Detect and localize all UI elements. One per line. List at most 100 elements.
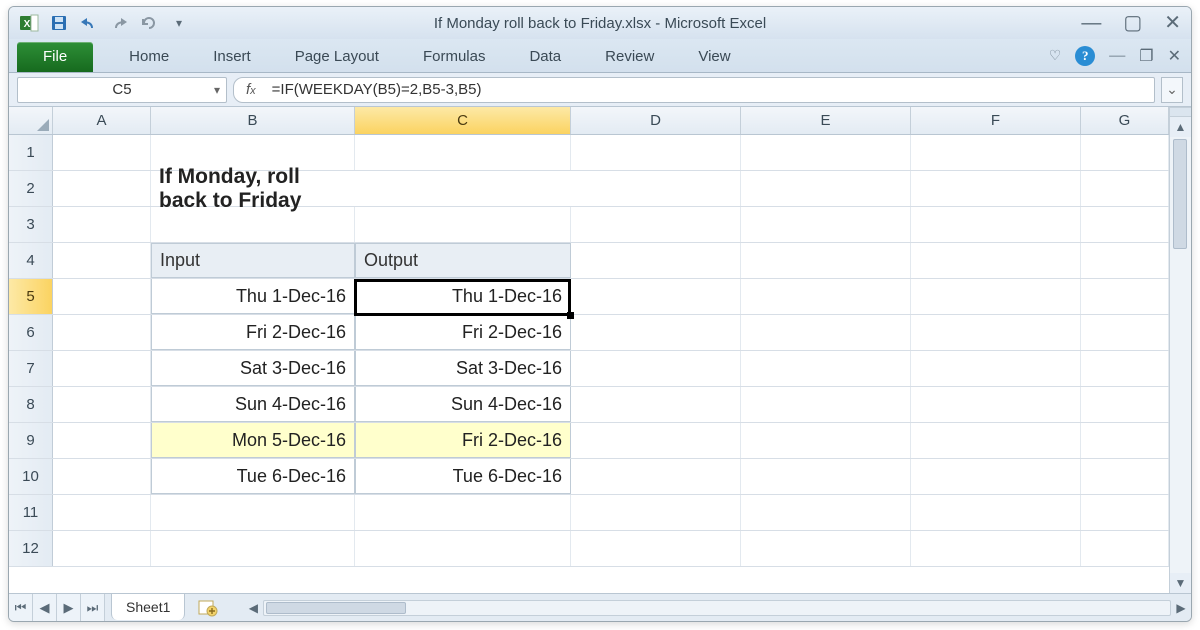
- cell[interactable]: [741, 351, 911, 386]
- table-cell-input[interactable]: Mon 5-Dec-16: [151, 423, 355, 458]
- table-header-input[interactable]: Input: [151, 243, 355, 278]
- workbook-close-icon[interactable]: ✕: [1168, 46, 1181, 66]
- row-header[interactable]: 7: [9, 351, 53, 386]
- fill-handle[interactable]: [567, 312, 574, 319]
- cell[interactable]: [571, 171, 741, 206]
- tab-page-layout[interactable]: Page Layout: [273, 42, 401, 72]
- cell[interactable]: [151, 495, 355, 530]
- sheet-nav-last-icon[interactable]: ⏭: [81, 594, 105, 621]
- title-cell[interactable]: If Monday, roll back to Friday: [151, 171, 355, 206]
- cell[interactable]: [741, 423, 911, 458]
- scroll-left-icon[interactable]: ◀: [243, 601, 263, 615]
- maximize-icon[interactable]: ▢: [1123, 13, 1142, 33]
- hscroll-track[interactable]: [263, 600, 1171, 616]
- cell[interactable]: [1081, 279, 1169, 314]
- cell[interactable]: [911, 531, 1081, 566]
- sheet-nav-first-icon[interactable]: ⏮: [9, 594, 33, 621]
- cell[interactable]: [571, 531, 741, 566]
- qat-customize-icon[interactable]: ▾: [167, 12, 191, 34]
- save-icon[interactable]: [47, 12, 71, 34]
- cell[interactable]: [741, 243, 911, 278]
- table-cell-input[interactable]: Tue 6-Dec-16: [151, 459, 355, 494]
- table-cell-output[interactable]: Tue 6-Dec-16: [355, 459, 571, 494]
- cell[interactable]: [53, 315, 151, 350]
- tab-review[interactable]: Review: [583, 42, 676, 72]
- cell[interactable]: [1081, 423, 1169, 458]
- cell[interactable]: [911, 387, 1081, 422]
- cell[interactable]: [53, 459, 151, 494]
- cell[interactable]: [911, 171, 1081, 206]
- cell[interactable]: [571, 459, 741, 494]
- cell[interactable]: [911, 315, 1081, 350]
- cell[interactable]: [53, 135, 151, 170]
- scroll-down-icon[interactable]: ▼: [1170, 573, 1191, 593]
- table-cell-input[interactable]: Fri 2-Dec-16: [151, 315, 355, 350]
- col-header-C[interactable]: C: [355, 107, 571, 134]
- cell[interactable]: [741, 315, 911, 350]
- cell[interactable]: [911, 351, 1081, 386]
- table-cell-output[interactable]: Fri 2-Dec-16: [355, 315, 571, 350]
- cell[interactable]: [1081, 135, 1169, 170]
- table-header-output[interactable]: Output: [355, 243, 571, 278]
- sheet-nav-prev-icon[interactable]: ◀: [33, 594, 57, 621]
- row-header[interactable]: 2: [9, 171, 53, 206]
- cell[interactable]: [911, 135, 1081, 170]
- row-header[interactable]: 1: [9, 135, 53, 170]
- formula-expand-icon[interactable]: ⌄: [1161, 77, 1183, 103]
- tab-data[interactable]: Data: [507, 42, 583, 72]
- workbook-restore-icon[interactable]: ❐: [1139, 46, 1153, 66]
- cell[interactable]: [1081, 351, 1169, 386]
- redo2-icon[interactable]: [137, 12, 161, 34]
- cell[interactable]: [571, 243, 741, 278]
- cell[interactable]: [741, 459, 911, 494]
- horizontal-scrollbar[interactable]: ◀ ▶: [243, 594, 1191, 621]
- cell[interactable]: [741, 279, 911, 314]
- vscroll-thumb[interactable]: [1173, 139, 1187, 249]
- table-cell-output[interactable]: Sat 3-Dec-16: [355, 351, 571, 386]
- row-header[interactable]: 12: [9, 531, 53, 566]
- tab-file[interactable]: File: [17, 42, 93, 72]
- cell[interactable]: [571, 207, 741, 242]
- close-icon[interactable]: ✕: [1164, 13, 1181, 33]
- redo-icon[interactable]: [107, 12, 131, 34]
- cell[interactable]: [53, 207, 151, 242]
- cell[interactable]: [355, 171, 571, 206]
- cell[interactable]: [355, 495, 571, 530]
- cell[interactable]: [1081, 207, 1169, 242]
- row-header[interactable]: 4: [9, 243, 53, 278]
- help-icon[interactable]: ?: [1075, 46, 1095, 66]
- row-header[interactable]: 3: [9, 207, 53, 242]
- cell[interactable]: [741, 495, 911, 530]
- col-header-D[interactable]: D: [571, 107, 741, 134]
- col-header-F[interactable]: F: [911, 107, 1081, 134]
- cell[interactable]: [571, 423, 741, 458]
- cell[interactable]: [571, 387, 741, 422]
- split-handle-top[interactable]: [1170, 107, 1191, 117]
- col-header-B[interactable]: B: [151, 107, 355, 134]
- cell[interactable]: [53, 423, 151, 458]
- cell[interactable]: [911, 459, 1081, 494]
- cell[interactable]: [1081, 531, 1169, 566]
- cell[interactable]: [571, 495, 741, 530]
- cell[interactable]: [53, 279, 151, 314]
- name-box[interactable]: C5: [17, 77, 227, 103]
- cell[interactable]: [1081, 171, 1169, 206]
- cell[interactable]: [53, 351, 151, 386]
- cell[interactable]: [911, 243, 1081, 278]
- table-cell-input[interactable]: Sat 3-Dec-16: [151, 351, 355, 386]
- undo-icon[interactable]: [77, 12, 101, 34]
- cell[interactable]: [53, 171, 151, 206]
- sheet-nav-next-icon[interactable]: ▶: [57, 594, 81, 621]
- formula-bar[interactable]: fx =IF(WEEKDAY(B5)=2,B5-3,B5): [233, 77, 1155, 103]
- cell[interactable]: [911, 279, 1081, 314]
- cell[interactable]: [911, 495, 1081, 530]
- sheet-tab-active[interactable]: Sheet1: [111, 593, 185, 620]
- cell[interactable]: [741, 387, 911, 422]
- minimize-icon[interactable]: ―: [1081, 13, 1101, 33]
- cell[interactable]: [355, 135, 571, 170]
- ribbon-minimize-icon[interactable]: ♡: [1049, 48, 1062, 65]
- scroll-right-icon[interactable]: ▶: [1171, 601, 1191, 615]
- row-header[interactable]: 10: [9, 459, 53, 494]
- cell[interactable]: [151, 531, 355, 566]
- cell[interactable]: [53, 387, 151, 422]
